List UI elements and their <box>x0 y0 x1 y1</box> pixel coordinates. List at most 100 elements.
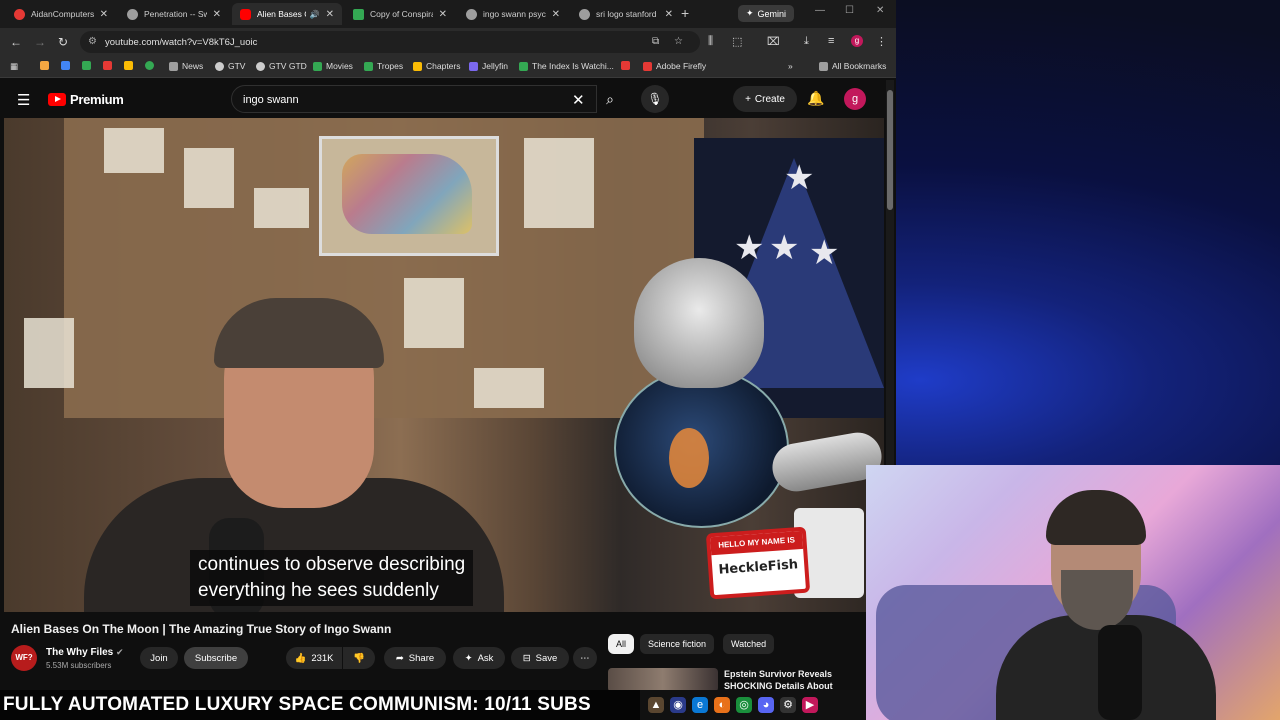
back-button[interactable]: ← <box>10 35 22 49</box>
close-icon[interactable]: ✕ <box>326 9 334 20</box>
verified-check-icon: ✔ <box>116 647 124 657</box>
app-icon[interactable]: ⚙ <box>780 697 796 713</box>
forward-button[interactable]: → <box>34 35 46 49</box>
microphone-icon[interactable]: 🎙 <box>641 85 669 113</box>
like-button[interactable]: 👍 231K <box>286 647 342 669</box>
close-icon[interactable]: ✕ <box>552 9 560 20</box>
chip-all[interactable]: All <box>608 634 635 654</box>
subscribe-button[interactable]: Subscribe <box>184 647 248 669</box>
bookmark-gtv-gtd[interactable]: GTV GTD <box>256 61 307 71</box>
video-player[interactable]: ★ ★ ★ ★ HELLO MY NAME IS HeckleFish cont… <box>4 118 884 612</box>
bookmark-6[interactable] <box>145 61 154 70</box>
tab-label: Penetration -- Swi <box>144 9 207 19</box>
app-icon[interactable]: ◉ <box>670 697 686 713</box>
tab-aidancomputers[interactable]: AidanComputers ✕ <box>6 3 116 25</box>
bookmark-gtv[interactable]: GTV <box>215 61 245 71</box>
bookmark-5[interactable] <box>124 61 133 70</box>
tab-label: AidanComputers <box>31 9 94 19</box>
app-icon[interactable]: ▲ <box>648 697 664 713</box>
notifications-bell-icon[interactable]: 🔔 <box>807 90 824 107</box>
more-bookmarks-chevron-icon[interactable]: » <box>788 61 793 71</box>
create-button[interactable]: + Create <box>733 86 797 112</box>
new-tab-button[interactable]: + <box>681 5 689 21</box>
all-bookmarks[interactable]: All Bookmarks <box>819 61 886 71</box>
bookmark-youtube[interactable] <box>621 61 630 70</box>
address-bar[interactable]: ⚙ youtube.com/watch?v=V8kT6J_uoic ⧉ ☆ <box>80 31 700 53</box>
tinfoil-hat <box>634 258 764 388</box>
site-info-icon[interactable]: ⚙ <box>88 36 97 47</box>
folder-icon <box>169 61 178 71</box>
firefox-icon[interactable]: ◐ <box>714 697 730 713</box>
screenshot-icon[interactable]: ⌧ <box>767 35 780 48</box>
bookmark-4[interactable] <box>103 61 112 70</box>
chip-watched[interactable]: Watched <box>723 634 775 654</box>
bookmark-star-icon[interactable]: ☆ <box>674 36 683 47</box>
tab-favicon-icon <box>14 8 25 20</box>
avatar[interactable]: g <box>844 88 866 110</box>
clear-search-icon[interactable]: ✕ <box>572 91 585 109</box>
github-icon <box>256 61 265 71</box>
app-icon[interactable]: ▶ <box>802 697 818 713</box>
youtube-play-icon <box>48 93 66 106</box>
tab-sri-logo[interactable]: sri logo stanford ✕ <box>571 3 681 25</box>
edge-icon[interactable]: e <box>692 697 708 713</box>
bookmark-movies[interactable]: Movies <box>313 61 353 71</box>
bookmark-3[interactable] <box>82 61 91 70</box>
save-button[interactable]: ⊟ Save <box>511 647 569 669</box>
close-icon[interactable]: ✕ <box>213 9 221 20</box>
ask-button[interactable]: ✦ Ask <box>453 647 505 669</box>
bookmark-1[interactable] <box>40 61 49 70</box>
discord-icon[interactable]: ◕ <box>758 697 774 713</box>
bookmark-2[interactable] <box>61 61 70 70</box>
youtube-favicon-icon <box>240 8 251 20</box>
bookmark-icon: ⊟ <box>522 652 531 664</box>
recommended-title[interactable]: Epstein Survivor Reveals SHOCKING Detail… <box>724 668 844 692</box>
minimize-button[interactable]: — <box>815 5 825 16</box>
share-button[interactable]: ➦ Share <box>384 647 446 669</box>
join-button[interactable]: Join <box>140 647 178 669</box>
recommended-thumbnail[interactable] <box>608 668 718 692</box>
bookmark-news[interactable]: News <box>169 61 203 71</box>
channel-avatar[interactable]: WF? <box>11 645 37 671</box>
apps-grid-icon[interactable]: ▦ <box>10 61 18 72</box>
search-icon[interactable]: ⌕ <box>597 85 623 113</box>
tab-copy-of-conspiracy[interactable]: Copy of Conspirac ✕ <box>345 3 455 25</box>
chrome-icon[interactable]: ◎ <box>736 697 752 713</box>
menu-kebab-icon[interactable]: ⋮ <box>876 35 887 48</box>
downloads-icon[interactable]: ⤓ <box>804 35 809 48</box>
gemini-button[interactable]: ✦ Gemini <box>738 5 795 22</box>
channel-name[interactable]: The Why Files ✔ <box>46 647 124 658</box>
tab-penetration[interactable]: Penetration -- Swi ✕ <box>119 3 229 25</box>
sheets-favicon-icon <box>353 8 364 20</box>
youtube-premium-logo[interactable]: Premium <box>48 92 124 107</box>
bookmark-adobe-firefly[interactable]: Adobe Firefly <box>643 61 706 71</box>
maximize-button[interactable]: ☐ <box>845 5 854 16</box>
install-app-icon[interactable]: ⧉ <box>652 36 659 47</box>
tab-alien-bases[interactable]: Alien Bases Or 🔊 ✕ <box>232 3 342 25</box>
chip-science-fiction[interactable]: Science fiction <box>640 634 715 654</box>
more-actions-button[interactable]: ⋯ <box>573 647 597 669</box>
close-window-button[interactable]: ✕ <box>876 5 884 16</box>
bookmark-index[interactable]: The Index Is Watchi... <box>519 61 614 71</box>
bookmark-tropes[interactable]: Tropes <box>364 61 403 71</box>
speaker-icon[interactable]: 🔊 <box>310 10 320 19</box>
close-icon[interactable]: ✕ <box>439 9 447 20</box>
close-icon[interactable]: ✕ <box>665 9 673 20</box>
bookmark-chapters[interactable]: Chapters <box>413 61 461 71</box>
tab-ingo-swann-psych[interactable]: ingo swann psych ✕ <box>458 3 568 25</box>
search-input[interactable]: ingo swann ✕ <box>231 85 597 113</box>
like-count: 231K <box>311 652 334 664</box>
reload-button[interactable]: ↻ <box>58 35 68 49</box>
extensions-icon[interactable]: ⬚ <box>732 35 742 48</box>
youtube-header: ☰ Premium ingo swann ✕ ⌕ 🎙 + Create 🔔 g <box>0 80 896 118</box>
reading-list-icon[interactable]: ⫼ <box>708 35 713 48</box>
close-icon[interactable]: ✕ <box>100 9 108 20</box>
media-controls-icon[interactable]: ≡ <box>828 35 834 47</box>
dislike-button[interactable]: 👎 <box>343 647 375 669</box>
hamburger-menu-icon[interactable]: ☰ <box>17 91 30 109</box>
bookmark-jellyfin[interactable]: Jellyfin <box>469 61 508 71</box>
browser-profile-avatar[interactable]: g <box>851 35 863 47</box>
caption-line-1: continues to observe describing <box>198 554 466 575</box>
plus-icon: + <box>745 93 751 105</box>
url-text: youtube.com/watch?v=V8kT6J_uoic <box>105 37 258 48</box>
